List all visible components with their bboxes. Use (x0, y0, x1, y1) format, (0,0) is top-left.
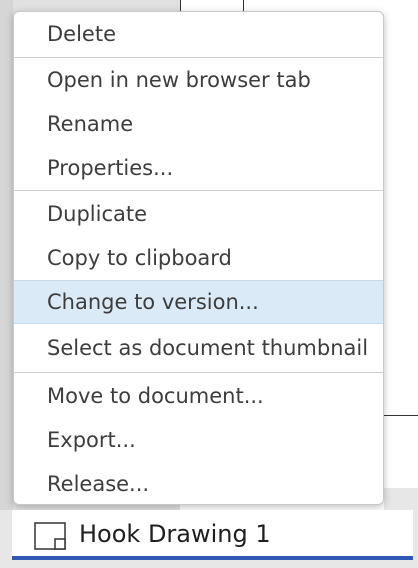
tab-hook-drawing-1[interactable]: Hook Drawing 1 (12, 510, 413, 560)
menu-item-rename[interactable]: Rename (14, 102, 383, 146)
drawing-sheet-margin (384, 488, 418, 510)
menu-item-open-in-new-tab[interactable]: Open in new browser tab (14, 58, 383, 102)
menu-separator (14, 372, 383, 373)
menu-item-delete[interactable]: Delete (14, 12, 383, 56)
menu-item-copy-to-clipboard[interactable]: Copy to clipboard (14, 236, 383, 280)
context-menu: Delete Open in new browser tab Rename Pr… (13, 11, 384, 505)
menu-item-export[interactable]: Export... (14, 418, 383, 462)
drawing-line (384, 415, 418, 416)
canvas-left-panel (0, 0, 13, 510)
menu-item-release[interactable]: Release... (14, 462, 383, 504)
menu-item-move-to-document[interactable]: Move to document... (14, 374, 383, 418)
menu-separator (14, 190, 383, 191)
menu-item-duplicate[interactable]: Duplicate (14, 192, 383, 236)
menu-item-properties[interactable]: Properties... (14, 146, 383, 190)
tab-label: Hook Drawing 1 (79, 520, 271, 548)
menu-item-change-to-version[interactable]: Change to version... (14, 280, 383, 324)
menu-item-select-as-thumbnail[interactable]: Select as document thumbnail (14, 326, 383, 370)
drawing-icon (34, 522, 66, 550)
